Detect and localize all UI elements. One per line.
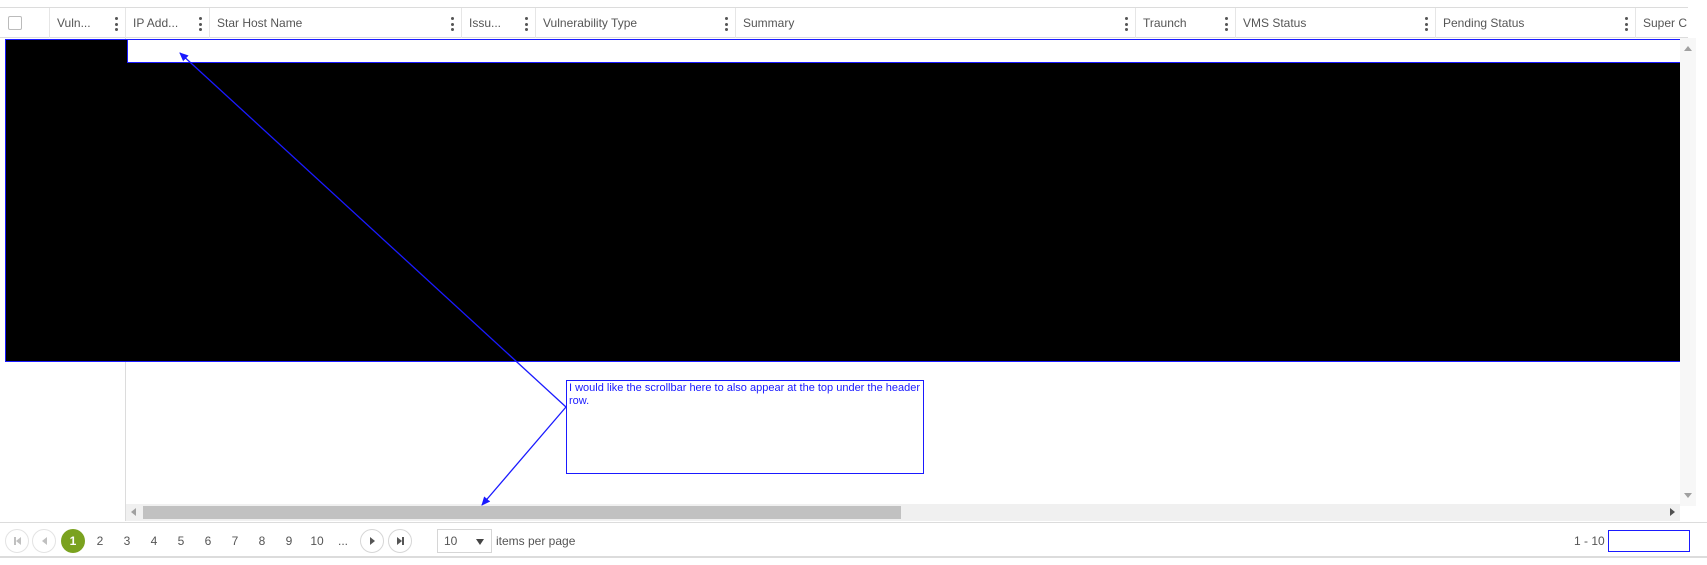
- column-menu-icon[interactable]: [1225, 17, 1229, 31]
- column-header-summary[interactable]: Summary: [736, 8, 1136, 38]
- dropdown-arrow-icon: [476, 539, 484, 545]
- annotation-note: I would like the scrollbar here to also …: [566, 380, 924, 474]
- first-page-button[interactable]: [5, 529, 29, 553]
- column-header-pending-status[interactable]: Pending Status: [1436, 8, 1636, 38]
- highlighted-row: [127, 39, 1682, 63]
- column-title: Vulnerability Type: [543, 16, 638, 30]
- previous-page-icon: [41, 537, 47, 545]
- scroll-up-icon[interactable]: [1684, 46, 1692, 51]
- page-number-1[interactable]: 1: [61, 529, 85, 553]
- next-page-icon: [369, 537, 375, 545]
- column-menu-icon[interactable]: [115, 17, 119, 31]
- page-number-4[interactable]: 4: [142, 529, 166, 553]
- data-grid: Vuln... IP Add... Star Host Name Issu...…: [0, 0, 1707, 565]
- page-more[interactable]: ...: [331, 529, 355, 553]
- page-number-9[interactable]: 9: [277, 529, 301, 553]
- annotation-text: I would like the scrollbar here to also …: [569, 382, 921, 407]
- last-page-button[interactable]: [388, 529, 412, 553]
- previous-page-button[interactable]: [32, 529, 56, 553]
- column-header-vuln[interactable]: Vuln...: [50, 8, 126, 38]
- column-menu-icon[interactable]: [1125, 17, 1129, 31]
- scrollbar-thumb[interactable]: [143, 506, 901, 519]
- column-header-host[interactable]: Star Host Name: [210, 8, 462, 38]
- redacted-rows: [5, 39, 1682, 362]
- page-number-2[interactable]: 2: [88, 529, 112, 553]
- column-header-ip[interactable]: IP Add...: [126, 8, 210, 38]
- column-menu-icon[interactable]: [199, 17, 203, 31]
- pager: 1 2 3 4 5 6 7 8 9 10 ... 10 items per pa…: [0, 522, 1707, 558]
- page-size-select[interactable]: 10: [437, 529, 492, 553]
- column-menu-icon[interactable]: [1425, 17, 1429, 31]
- next-page-button[interactable]: [360, 529, 384, 553]
- page-number-6[interactable]: 6: [196, 529, 220, 553]
- column-title: Summary: [743, 16, 795, 30]
- column-title: IP Add...: [133, 16, 179, 30]
- grid-header: Vuln... IP Add... Star Host Name Issu...…: [0, 7, 1688, 38]
- scroll-left-icon[interactable]: [131, 508, 136, 516]
- page-number-3[interactable]: 3: [115, 529, 139, 553]
- scroll-down-icon[interactable]: [1684, 493, 1692, 498]
- column-title: Traunch: [1143, 16, 1187, 30]
- column-menu-icon[interactable]: [725, 17, 729, 31]
- column-header-vms-status[interactable]: VMS Status: [1236, 8, 1436, 38]
- page-size-value: 10: [444, 534, 458, 548]
- column-title: Vuln...: [57, 16, 91, 30]
- pager-info-highlight: [1608, 530, 1690, 552]
- column-title: Super C: [1643, 16, 1688, 30]
- items-per-page-label: items per page: [496, 534, 576, 548]
- page-number-10[interactable]: 10: [304, 529, 330, 553]
- page-number-5[interactable]: 5: [169, 529, 193, 553]
- vertical-scrollbar[interactable]: [1680, 38, 1696, 506]
- column-header-traunch[interactable]: Traunch: [1136, 8, 1236, 38]
- column-header-vulnerability-type[interactable]: Vulnerability Type: [536, 8, 736, 38]
- page-number-7[interactable]: 7: [223, 529, 247, 553]
- pager-info: 1 - 10 of: [1574, 534, 1608, 548]
- column-menu-icon[interactable]: [451, 17, 455, 31]
- column-menu-icon[interactable]: [525, 17, 529, 31]
- select-all-checkbox[interactable]: [8, 16, 22, 30]
- column-title: VMS Status: [1243, 16, 1307, 30]
- column-title: Star Host Name: [217, 16, 303, 30]
- horizontal-scrollbar[interactable]: [126, 504, 1680, 521]
- page-number-8[interactable]: 8: [250, 529, 274, 553]
- column-header-super[interactable]: Super C: [1636, 8, 1688, 38]
- scroll-right-icon[interactable]: [1670, 508, 1675, 516]
- column-title: Issu...: [469, 16, 502, 30]
- header-select-all: [0, 8, 50, 38]
- column-header-issue[interactable]: Issu...: [462, 8, 536, 38]
- column-title: Pending Status: [1443, 16, 1525, 30]
- column-menu-icon[interactable]: [1625, 17, 1629, 31]
